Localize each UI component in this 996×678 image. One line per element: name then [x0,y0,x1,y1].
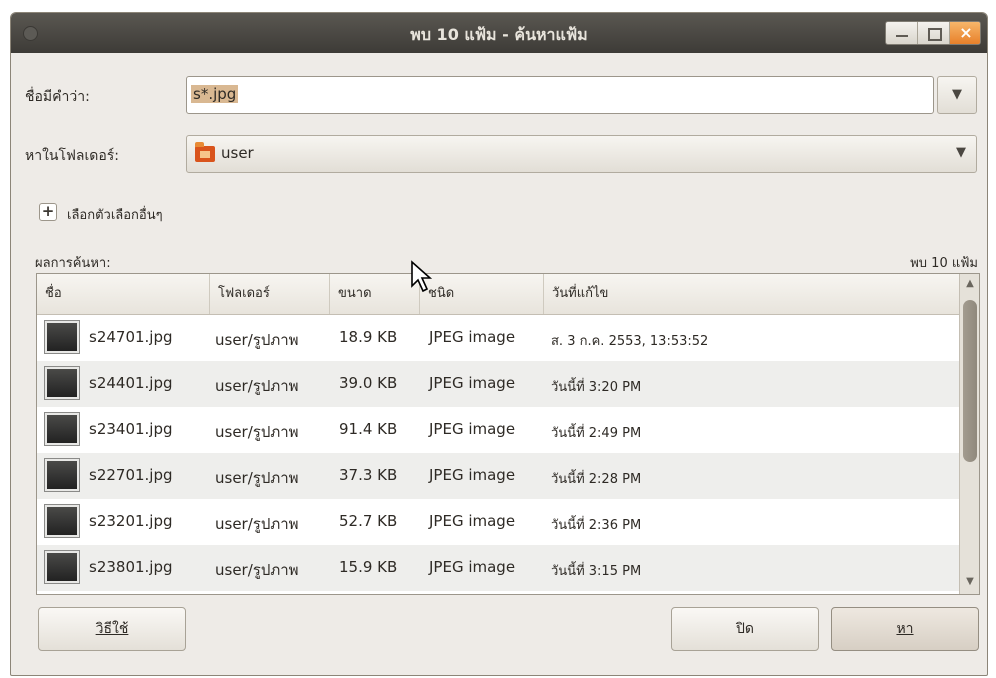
find-button-label: หา [896,621,914,637]
chevron-down-icon: ▼ [956,145,966,160]
maximize-button[interactable] [918,22,950,44]
column-header-folder[interactable]: โฟลเดอร์ [210,274,330,314]
column-header-type[interactable]: ชนิด [420,274,544,314]
column-header-modified[interactable]: วันที่แก้ไข [544,274,959,314]
close-window-button[interactable]: × [950,22,980,44]
maximize-icon [928,28,942,41]
file-modified: วันนี้ที่ 2:28 PM [551,472,642,487]
file-folder: user/รูปภาพ [215,561,299,579]
file-modified: วันนี้ที่ 3:20 PM [551,380,642,395]
column-header-name[interactable]: ชื่อ [37,274,210,314]
results-list[interactable]: ชื่อ โฟลเดอร์ ขนาด ชนิด วันที่แก้ไข s247… [36,273,980,595]
search-results-label: ผลการค้นหา: [35,256,111,271]
image-thumbnail-icon [44,320,80,354]
file-type: JPEG image [429,328,516,346]
file-folder: user/รูปภาพ [215,331,299,349]
close-button-label: ปิด [736,621,754,637]
scroll-up-icon[interactable]: ▲ [960,278,979,289]
file-type: JPEG image [429,512,516,530]
close-button[interactable]: ปิด [671,607,819,651]
file-name: s22701.jpg [89,466,173,484]
file-folder: user/รูปภาพ [215,377,299,395]
minimize-icon [896,35,908,37]
table-row[interactable]: s23801.jpg user/รูปภาพ 15.9 KB JPEG imag… [37,545,959,591]
table-row[interactable]: s22701.jpg user/รูปภาพ 37.3 KB JPEG imag… [37,453,959,499]
file-size: 91.4 KB [339,420,398,438]
file-folder: user/รูปภาพ [215,515,299,533]
file-type: JPEG image [429,374,516,392]
close-icon: × [959,23,973,42]
scroll-down-icon[interactable]: ▼ [960,576,979,587]
file-size: 39.0 KB [339,374,398,392]
window-controls: × [885,21,981,45]
table-row[interactable]: s23401.jpg user/รูปภาพ 91.4 KB JPEG imag… [37,407,959,453]
file-type: JPEG image [429,420,516,438]
file-name: s23401.jpg [89,420,173,438]
window-title: พบ 10 แฟ้ม - ค้นหาแฟ้ม [410,25,588,44]
column-headers: ชื่อ โฟลเดอร์ ขนาด ชนิด วันที่แก้ไข [37,274,959,315]
file-folder: user/รูปภาพ [215,469,299,487]
image-thumbnail-icon [44,458,80,492]
home-folder-icon [195,142,215,162]
minimize-button[interactable] [886,22,918,44]
file-size: 18.9 KB [339,328,398,346]
mouse-pointer-icon [411,260,433,293]
column-header-size[interactable]: ขนาด [330,274,420,314]
title-bar[interactable]: พบ 10 แฟ้ม - ค้นหาแฟ้ม × [11,13,987,53]
file-size: 15.9 KB [339,558,398,576]
help-button-label: วิธีใช้ [95,621,129,637]
file-name: s24701.jpg [89,328,173,346]
file-size: 37.3 KB [339,466,398,484]
image-thumbnail-icon [44,550,80,584]
chevron-down-icon: ▼ [952,87,962,102]
table-row[interactable]: s24701.jpg user/รูปภาพ 18.9 KB JPEG imag… [37,315,959,361]
name-contains-input[interactable]: s*.jpg [186,76,934,114]
file-name: s23201.jpg [89,512,173,530]
file-modified: วันนี้ที่ 2:36 PM [551,518,642,533]
look-in-folder-combo[interactable]: user ▼ [186,135,977,173]
scrollbar-thumb[interactable] [963,300,977,462]
search-dialog-window: พบ 10 แฟ้ม - ค้นหาแฟ้ม × ชื่อมีคำว่า: s*… [10,12,988,676]
table-row[interactable]: s23201.jpg user/รูปภาพ 52.7 KB JPEG imag… [37,499,959,545]
file-type: JPEG image [429,558,516,576]
help-button[interactable]: วิธีใช้ [38,607,186,651]
file-modified: วันนี้ที่ 2:49 PM [551,426,642,441]
results-count: พบ 10 แฟ้ม [910,256,978,271]
folder-value: user [221,144,254,162]
vertical-scrollbar[interactable]: ▲ ▼ [959,274,979,594]
file-name: s23801.jpg [89,558,173,576]
file-name: s24401.jpg [89,374,173,392]
image-thumbnail-icon [44,504,80,538]
more-options-label[interactable]: เลือกตัวเลือกอื่นๆ [67,204,163,225]
find-button[interactable]: หา [831,607,979,651]
name-contains-value: s*.jpg [191,85,239,103]
image-thumbnail-icon [44,412,80,446]
image-thumbnail-icon [44,366,80,400]
file-modified: ส. 3 ก.ค. 2553, 13:53:52 [551,334,709,349]
file-modified: วันนี้ที่ 3:15 PM [551,564,642,579]
file-size: 52.7 KB [339,512,398,530]
more-options-expander[interactable]: + [39,203,57,221]
file-folder: user/รูปภาพ [215,423,299,441]
name-history-dropdown[interactable]: ▼ [937,76,977,114]
name-contains-label: ชื่อมีคำว่า: [25,89,90,105]
look-in-folder-label: หาในโฟลเดอร์: [25,148,120,164]
file-type: JPEG image [429,466,516,484]
table-row[interactable]: s24401.jpg user/รูปภาพ 39.0 KB JPEG imag… [37,361,959,407]
